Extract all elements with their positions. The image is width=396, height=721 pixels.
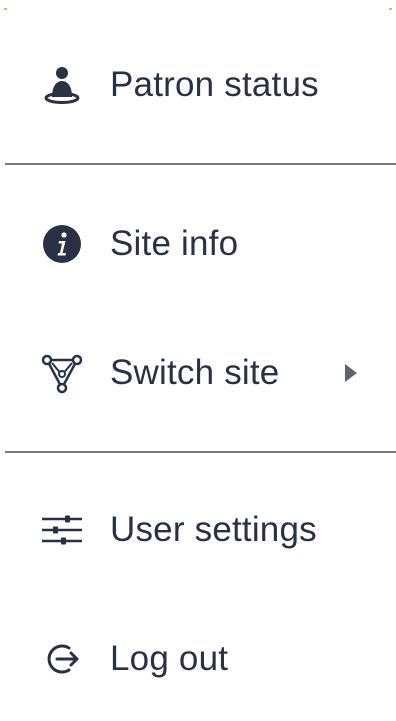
menu-item-switch-site[interactable]: Switch site (0, 343, 396, 403)
chevron-right-icon[interactable] (345, 364, 357, 382)
menu-item-label: Site info (110, 224, 239, 263)
user-menu: Patron status Site info Switch site User… (0, 0, 396, 721)
menu-item-user-settings[interactable]: User settings (0, 500, 396, 560)
logout-icon (40, 637, 84, 681)
menu-item-log-out[interactable]: Log out (0, 629, 396, 689)
corner-mark (389, 8, 392, 10)
menu-item-patron-status[interactable]: Patron status (0, 55, 396, 115)
menu-item-site-info[interactable]: Site info (0, 214, 396, 274)
menu-item-label: Log out (110, 639, 229, 678)
corner-mark (4, 8, 7, 10)
menu-item-label: Switch site (110, 353, 280, 392)
patron-user-icon (40, 63, 84, 107)
divider (5, 163, 396, 165)
menu-item-label: Patron status (110, 65, 319, 104)
sliders-icon (40, 508, 84, 552)
menu-item-label: User settings (110, 510, 317, 549)
info-icon (40, 222, 84, 266)
divider (5, 451, 396, 453)
network-triangle-icon (40, 351, 84, 395)
